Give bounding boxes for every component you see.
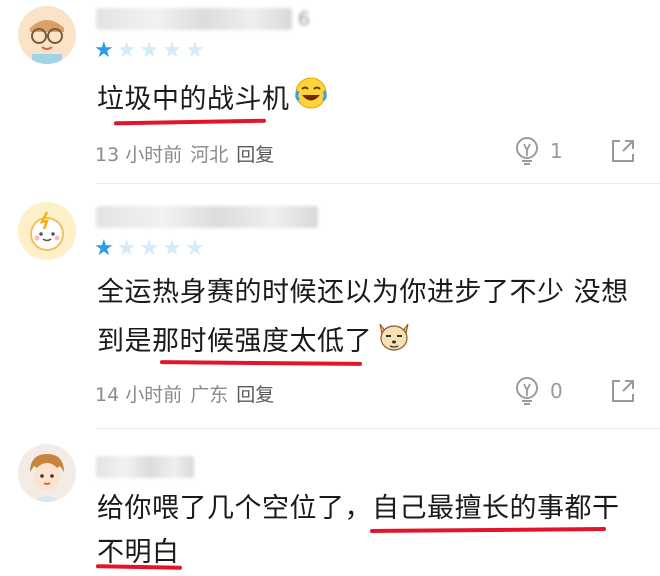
bulb-character-avatar-icon xyxy=(18,202,76,260)
username-blurred[interactable]: 6 xyxy=(96,8,310,30)
comment-location: 河北 xyxy=(190,144,229,166)
crying-laughing-emoji-icon xyxy=(294,76,328,125)
star-icon: ★ xyxy=(94,236,114,261)
divider xyxy=(96,183,660,184)
star-icon: ★ xyxy=(116,38,137,63)
rating-stars: ★ ★ ★ ★ ★ xyxy=(94,238,205,260)
lightbulb-icon xyxy=(516,137,538,165)
divider xyxy=(96,428,660,429)
comment-text-content: 到是那时候强度太低了 xyxy=(97,326,372,357)
star-icon: ★ xyxy=(139,236,160,261)
avatar[interactable] xyxy=(18,6,76,64)
like-count: 0 xyxy=(550,379,563,403)
like-button[interactable]: 0 xyxy=(514,376,563,406)
share-icon[interactable] xyxy=(610,378,636,404)
username-tail: 6 xyxy=(297,8,310,30)
comment-text-content: 垃圾中的战斗机 xyxy=(97,84,290,115)
rating-stars: ★ ★ ★ ★ ★ xyxy=(94,40,205,62)
star-icon: ★ xyxy=(184,38,205,63)
share-icon[interactable] xyxy=(610,138,636,164)
comment-location: 广东 xyxy=(190,384,229,406)
glasses-avatar-icon xyxy=(18,6,76,64)
reply-button[interactable]: 回复 xyxy=(236,380,274,407)
avatar[interactable] xyxy=(18,202,76,260)
like-count: 1 xyxy=(550,139,563,163)
star-icon: ★ xyxy=(184,236,205,261)
smirking-dog-emoji-icon xyxy=(376,318,412,367)
username-blurred[interactable] xyxy=(96,206,318,228)
star-icon: ★ xyxy=(94,38,114,63)
star-icon: ★ xyxy=(162,236,182,261)
star-icon: ★ xyxy=(116,236,137,261)
comment-meta: 14 小时前 广东 回复 xyxy=(95,380,274,407)
comment-text-line-1: 全运热身赛的时候还以为你进步了不少 没想 xyxy=(97,277,629,308)
comment-time: 13 小时前 xyxy=(95,144,183,166)
reply-button[interactable]: 回复 xyxy=(236,140,274,167)
comment-text: 垃圾中的战斗机 xyxy=(97,76,328,125)
highlight-underline xyxy=(369,526,607,534)
star-icon: ★ xyxy=(139,38,160,63)
username-blurred[interactable] xyxy=(96,456,194,478)
star-icon: ★ xyxy=(162,38,182,63)
comment-text-line-2: 到是那时候强度太低了 xyxy=(97,318,412,367)
cartoon-boy-avatar-icon xyxy=(18,444,76,502)
lightbulb-icon xyxy=(516,377,538,405)
like-button[interactable]: 1 xyxy=(514,136,563,166)
avatar[interactable] xyxy=(18,444,76,502)
comment-text-line-1: 给你喂了几个空位了，自己最擅长的事都干 xyxy=(97,493,620,524)
comment-time: 14 小时前 xyxy=(95,384,183,406)
comment-meta: 13 小时前 河北 回复 xyxy=(95,140,274,167)
